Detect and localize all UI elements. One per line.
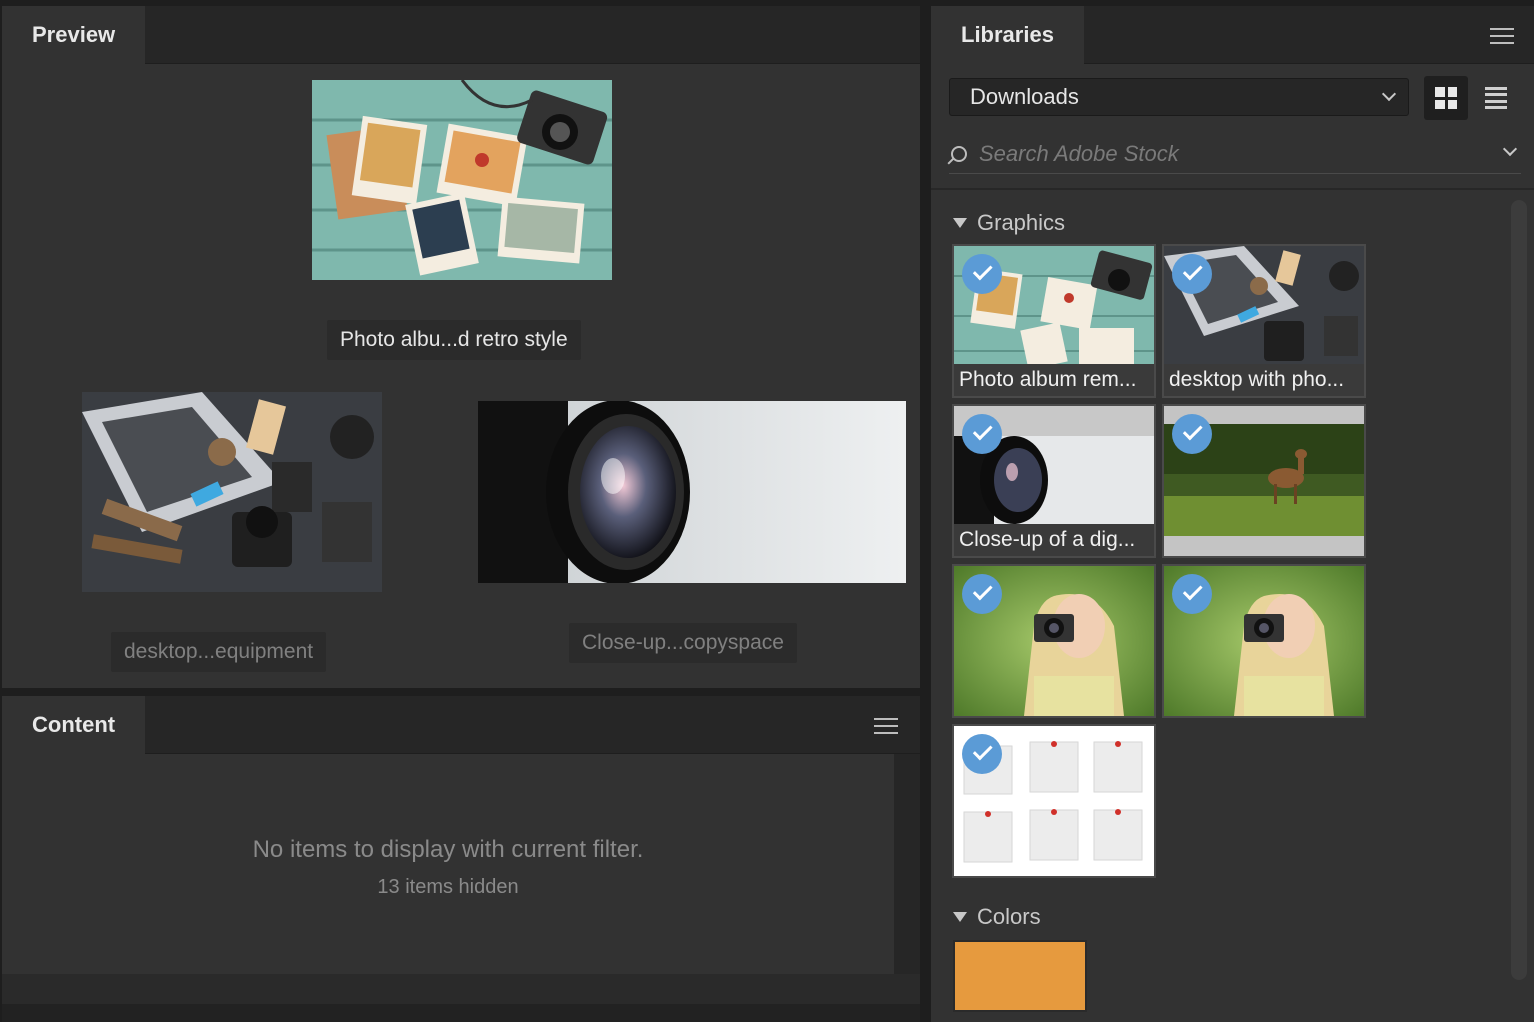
- graphic-tile-label: Photo album rem...: [954, 364, 1154, 396]
- libraries-panel: Libraries Downloads Graphics: [931, 6, 1534, 1022]
- checkmark-icon: [962, 254, 1002, 294]
- collapse-triangle-icon: [953, 912, 967, 922]
- preview-caption-desktop[interactable]: desktop...equipment: [111, 632, 327, 672]
- libraries-scrollbar[interactable]: [1511, 200, 1527, 980]
- graphic-tile[interactable]: [952, 724, 1156, 878]
- graphic-tile[interactable]: Photo album rem...: [952, 244, 1156, 398]
- search-options-chevron-icon[interactable]: [1502, 141, 1518, 157]
- preview-caption-photo-album[interactable]: Photo albu...d retro style: [327, 320, 581, 360]
- chevron-down-icon: [1381, 86, 1397, 102]
- collapse-triangle-icon: [953, 218, 967, 228]
- colors-section-header[interactable]: Colors: [953, 904, 1041, 930]
- graphics-heading: Graphics: [977, 210, 1066, 235]
- content-status-bar: [2, 1004, 920, 1022]
- checkmark-icon: [1172, 254, 1212, 294]
- graphic-tile[interactable]: [1162, 564, 1366, 718]
- graphic-tile[interactable]: [1162, 404, 1366, 558]
- grid-view-icon: [1435, 87, 1457, 109]
- checkmark-icon: [1172, 414, 1212, 454]
- checkmark-icon: [962, 734, 1002, 774]
- graphic-tile[interactable]: desktop with pho...: [1162, 244, 1366, 398]
- preview-caption-lens[interactable]: Close-up...copyspace: [569, 623, 797, 663]
- graphic-tile[interactable]: [952, 564, 1156, 718]
- hidden-items-count: 13 items hidden: [377, 876, 519, 898]
- desktop-equipment-illustration: [82, 392, 382, 592]
- graphic-tile-label: desktop with pho...: [1164, 364, 1364, 396]
- stock-search: [949, 136, 1521, 174]
- preview-lens-image[interactable]: [478, 401, 906, 583]
- checkmark-icon: [962, 574, 1002, 614]
- library-select[interactable]: Downloads: [949, 78, 1409, 116]
- grid-view-button[interactable]: [1424, 76, 1468, 120]
- content-tabbar: Content: [2, 696, 920, 754]
- list-view-button[interactable]: [1474, 76, 1518, 120]
- camera-lens-illustration: [478, 401, 906, 583]
- stock-search-input[interactable]: [979, 136, 1479, 172]
- content-footer: [2, 974, 920, 1004]
- tab-preview[interactable]: Preview: [2, 6, 146, 64]
- libraries-menu-icon[interactable]: [1490, 28, 1514, 44]
- checkmark-icon: [962, 414, 1002, 454]
- tab-content[interactable]: Content: [2, 696, 146, 754]
- preview-panel: Preview Photo albu...d retro style deskt…: [2, 6, 920, 688]
- colors-heading: Colors: [977, 904, 1041, 929]
- content-panel: Content No items to display with current…: [2, 696, 920, 1022]
- tab-libraries[interactable]: Libraries: [931, 6, 1084, 64]
- preview-desktop-image[interactable]: [82, 392, 382, 592]
- library-select-value: Downloads: [970, 84, 1079, 109]
- content-scrollbar[interactable]: [894, 754, 920, 974]
- content-menu-icon[interactable]: [874, 718, 898, 734]
- list-view-icon: [1485, 87, 1507, 109]
- color-swatch[interactable]: [953, 940, 1087, 1012]
- photo-album-illustration: [312, 80, 612, 280]
- empty-message: No items to display with current filter.: [252, 836, 644, 863]
- preview-tabbar: Preview: [2, 6, 920, 64]
- graphic-tile-label: Close-up of a dig...: [954, 524, 1154, 556]
- checkmark-icon: [1172, 574, 1212, 614]
- libraries-divider: [931, 188, 1534, 190]
- graphic-tile[interactable]: Close-up of a dig...: [952, 404, 1156, 558]
- graphics-section-header[interactable]: Graphics: [953, 210, 1065, 236]
- libraries-tabbar: Libraries: [931, 6, 1534, 64]
- preview-photo-album-image[interactable]: [312, 80, 612, 280]
- search-icon: [951, 146, 967, 162]
